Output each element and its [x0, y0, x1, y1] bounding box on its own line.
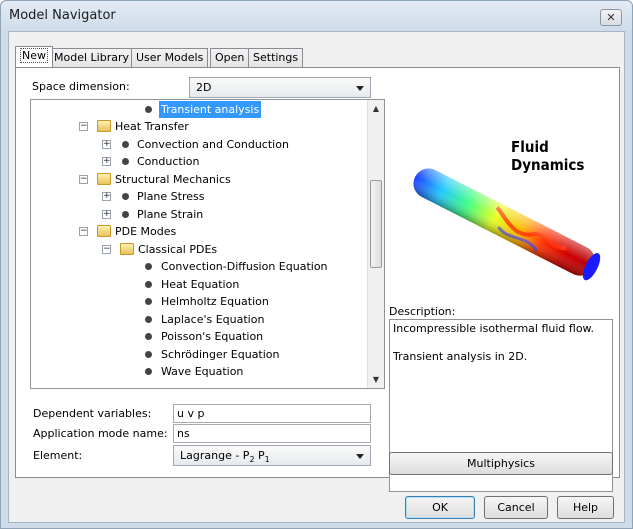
- tree-item-label: Helmholtz Equation: [161, 295, 269, 308]
- tree-item-convection-and-conduction[interactable]: + Convection and Conduction: [31, 136, 369, 153]
- dependent-variables-input[interactable]: u v p: [173, 404, 371, 423]
- description-label: Description:: [389, 305, 456, 318]
- tree-item-helmholtz-equation[interactable]: Helmholtz Equation: [31, 293, 369, 310]
- tab-new-label: New: [20, 48, 48, 63]
- tree-item-schrodinger-equation[interactable]: Schrödinger Equation: [31, 346, 369, 363]
- tree-item-label: Schrödinger Equation: [161, 348, 280, 361]
- tab-settings[interactable]: Settings: [248, 48, 304, 67]
- help-button[interactable]: Help: [557, 496, 614, 519]
- tree-item-laplace-equation[interactable]: Laplace's Equation: [31, 311, 369, 328]
- tree-item-label: Poisson's Equation: [161, 330, 264, 343]
- title-bar: Model Navigator ✕: [1, 1, 632, 31]
- space-dimension-select[interactable]: 2D: [189, 77, 371, 98]
- tree-item-poisson-equation[interactable]: Poisson's Equation: [31, 328, 369, 345]
- model-tree[interactable]: Transient analysis − Heat Transfer + Con…: [30, 99, 385, 389]
- tree-item-heat-equation[interactable]: Heat Equation: [31, 276, 369, 293]
- bullet-icon: [145, 263, 152, 270]
- tree-item-convection-diffusion[interactable]: Convection-Diffusion Equation: [31, 258, 369, 275]
- scroll-up-icon[interactable]: ▲: [368, 100, 384, 117]
- tree-item-label: Convection and Conduction: [137, 138, 289, 151]
- tree-item-label: PDE Modes: [115, 225, 177, 238]
- tree-item-transient-analysis[interactable]: Transient analysis: [31, 101, 369, 118]
- tree-item-heat-transfer[interactable]: − Heat Transfer: [31, 118, 369, 135]
- folder-icon: [97, 225, 111, 237]
- tree-item-label: Convection-Diffusion Equation: [161, 260, 328, 273]
- tree-item-conduction[interactable]: + Conduction: [31, 153, 369, 170]
- cancel-button[interactable]: Cancel: [484, 496, 548, 519]
- bullet-icon: [122, 158, 129, 165]
- element-value: Lagrange - P2 P1: [180, 449, 270, 465]
- window-title: Model Navigator: [9, 8, 116, 23]
- bullet-icon: [122, 193, 129, 200]
- collapse-icon: −: [79, 226, 88, 236]
- element-value-base: Lagrange - P: [180, 449, 250, 462]
- tree-item-structural-mechanics[interactable]: − Structural Mechanics: [31, 171, 369, 188]
- tree-item-plane-stress[interactable]: + Plane Stress: [31, 188, 369, 205]
- collapse-icon: −: [102, 244, 111, 254]
- tree-scrollbar[interactable]: ▲ ▼: [367, 100, 384, 388]
- scroll-thumb[interactable]: [370, 180, 382, 268]
- collapse-icon: −: [79, 121, 88, 131]
- description-line-1: Incompressible isothermal fluid flow.: [393, 322, 595, 335]
- chevron-down-icon: [356, 86, 364, 91]
- bullet-icon: [145, 333, 152, 340]
- application-mode-name-input[interactable]: ns: [173, 424, 371, 443]
- element-value-mid: P: [254, 449, 265, 462]
- bullet-icon: [145, 106, 152, 113]
- new-tab-panel: Space dimension: 2D Transient analysis −…: [15, 67, 620, 492]
- tree-item-plane-strain[interactable]: + Plane Strain: [31, 206, 369, 223]
- tab-model-library[interactable]: Model Library: [49, 48, 134, 67]
- bullet-icon: [145, 298, 152, 305]
- element-value-sub2: 1: [264, 455, 270, 465]
- expand-icon: +: [102, 191, 111, 201]
- chevron-down-icon: [356, 454, 364, 459]
- bullet-icon: [122, 141, 129, 148]
- model-navigator-window: Model Navigator ✕ New Model Library User…: [0, 0, 633, 529]
- tree-item-label: Heat Equation: [161, 278, 240, 291]
- tree-item-label: Wave Equation: [161, 365, 244, 378]
- tree-item-label: Laplace's Equation: [161, 313, 265, 326]
- tree-item-pde-modes[interactable]: − PDE Modes: [31, 223, 369, 240]
- expand-icon: +: [102, 209, 111, 219]
- multiphysics-button[interactable]: Multiphysics: [389, 452, 613, 475]
- tree-item-label: Conduction: [137, 155, 200, 168]
- tab-user-models[interactable]: User Models: [131, 48, 209, 67]
- close-button[interactable]: ✕: [600, 9, 622, 26]
- expand-icon: +: [102, 156, 111, 166]
- tab-new[interactable]: New: [15, 46, 53, 67]
- close-icon: ✕: [606, 11, 616, 24]
- tree-item-label: Structural Mechanics: [115, 173, 231, 186]
- space-dimension-label: Space dimension:: [32, 80, 130, 93]
- bullet-icon: [145, 316, 152, 323]
- tree-item-classical-pdes[interactable]: − Classical PDEs: [31, 241, 369, 258]
- bullet-icon: [122, 211, 129, 218]
- folder-icon: [97, 173, 111, 185]
- tree-item-label: Classical PDEs: [138, 243, 218, 256]
- ok-button[interactable]: OK: [405, 496, 475, 519]
- scroll-down-icon[interactable]: ▼: [368, 371, 384, 388]
- bullet-icon: [145, 368, 152, 375]
- tree-item-label: Plane Stress: [137, 190, 205, 203]
- collapse-icon: −: [79, 174, 88, 184]
- tree-item-wave-equation[interactable]: Wave Equation: [31, 363, 369, 380]
- space-dimension-value: 2D: [196, 81, 212, 94]
- expand-icon: +: [102, 139, 111, 149]
- tab-open[interactable]: Open: [210, 48, 250, 67]
- dependent-variables-label: Dependent variables:: [33, 407, 152, 420]
- bullet-icon: [145, 281, 152, 288]
- application-mode-name-label: Application mode name:: [33, 427, 168, 440]
- dialog-client: New Model Library User Models Open Setti…: [8, 31, 625, 523]
- folder-icon: [120, 243, 134, 255]
- folder-icon: [97, 120, 111, 132]
- tree-item-label: Transient analysis: [159, 101, 262, 118]
- description-line-2: Transient analysis in 2D.: [393, 350, 528, 363]
- tree-item-label: Heat Transfer: [115, 120, 189, 133]
- model-preview-image: [413, 168, 601, 281]
- element-label: Element:: [33, 449, 83, 462]
- bullet-icon: [145, 351, 152, 358]
- tree-item-label: Plane Strain: [137, 208, 204, 221]
- element-select[interactable]: Lagrange - P2 P1: [173, 445, 371, 466]
